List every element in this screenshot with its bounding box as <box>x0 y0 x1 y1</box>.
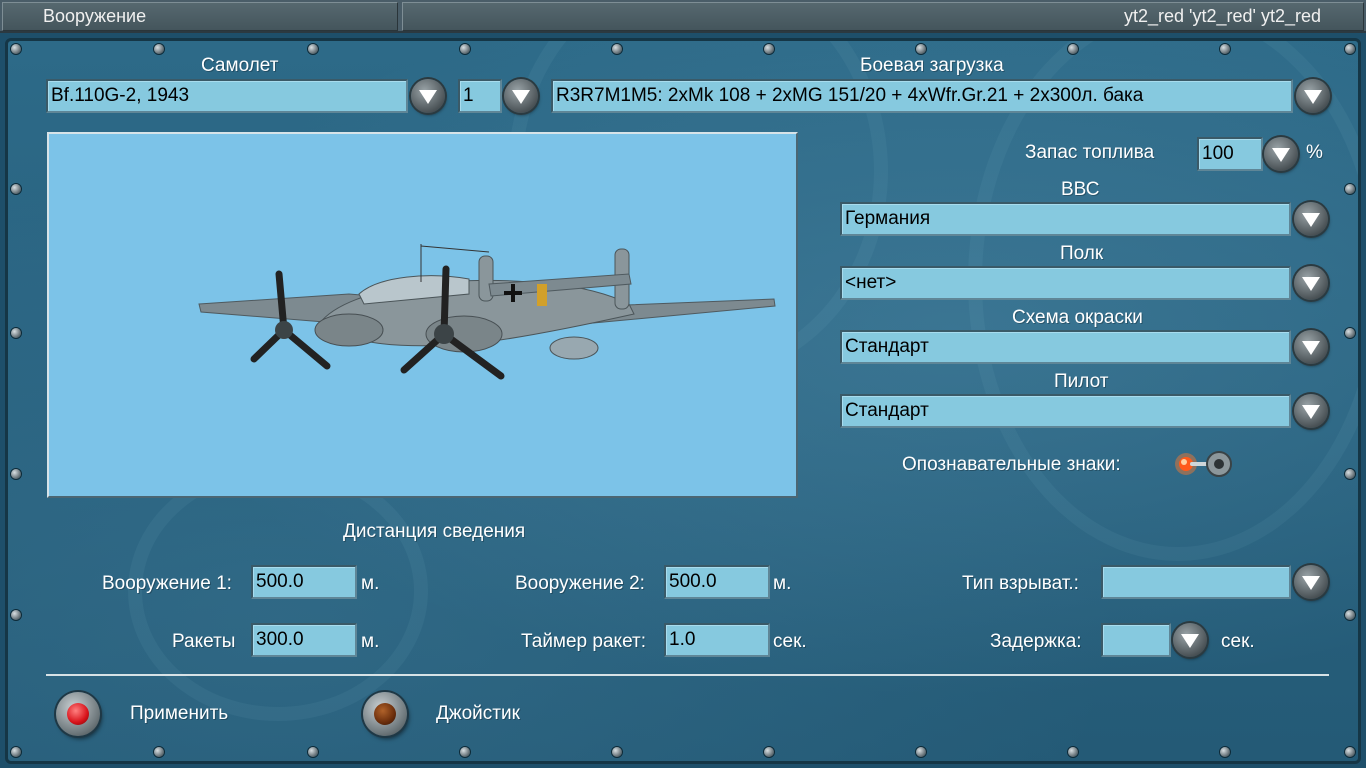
weapon1-label: Вооружение 1: <box>102 573 232 594</box>
rocket-timer-unit: сек. <box>773 631 807 652</box>
rivet <box>11 747 21 757</box>
rivet <box>1345 184 1355 194</box>
fuel-unit: % <box>1306 142 1323 163</box>
rivet <box>916 747 926 757</box>
rockets-unit: м. <box>361 631 380 652</box>
paint-scheme-label: Схема окраски <box>1012 307 1143 328</box>
rivet <box>764 747 774 757</box>
rivet <box>11 469 21 479</box>
weapon2-label: Вооружение 2: <box>515 573 645 594</box>
apply-button[interactable] <box>56 692 100 736</box>
rivet <box>612 44 622 54</box>
rivet <box>1345 469 1355 479</box>
joystick-button[interactable] <box>363 692 407 736</box>
weapon1-unit: м. <box>361 573 380 594</box>
rivet <box>11 328 21 338</box>
rocket-timer-label: Таймер ракет: <box>521 631 646 652</box>
rockets-label: Ракеты <box>172 631 236 652</box>
aircraft-image <box>198 244 776 380</box>
rivet <box>154 44 164 54</box>
regiment-label: Полк <box>1060 243 1104 264</box>
loadout-label: Боевая загрузка <box>860 55 1004 76</box>
rivet <box>308 44 318 54</box>
apply-label: Применить <box>130 703 229 724</box>
fuze-type-dropdown-button[interactable] <box>1294 565 1328 599</box>
rivet <box>154 747 164 757</box>
rivet <box>460 747 470 757</box>
divider <box>46 674 1329 676</box>
aircraft-dropdown-button[interactable] <box>411 79 445 113</box>
fuze-type-field[interactable] <box>1101 565 1291 599</box>
aircraft-field[interactable]: Bf.110G-2, 1943 <box>46 79 408 113</box>
aircraft-label: Самолет <box>201 55 279 76</box>
pilot-label: Пилот <box>1054 371 1109 392</box>
air-force-label: ВВС <box>1061 179 1100 200</box>
main-panel: Самолет Bf.110G-2, 1943 1 Боевая загрузк… <box>5 38 1361 764</box>
fuel-label: Запас топлива <box>1025 142 1155 163</box>
rivet <box>612 747 622 757</box>
delay-unit: сек. <box>1221 631 1255 652</box>
air-force-dropdown-button[interactable] <box>1294 202 1328 236</box>
paint-scheme-field[interactable]: Стандарт <box>840 330 1291 364</box>
fuel-field[interactable]: 100 <box>1197 137 1263 171</box>
joystick-lamp-icon <box>374 703 396 725</box>
rivet <box>308 747 318 757</box>
rivet <box>916 44 926 54</box>
joystick-label: Джойстик <box>436 703 520 724</box>
regiment-dropdown-button[interactable] <box>1294 266 1328 300</box>
weapon1-field[interactable]: 500.0 <box>251 565 357 599</box>
rivet <box>1220 747 1230 757</box>
rockets-field[interactable]: 300.0 <box>251 623 357 657</box>
loadout-field[interactable]: R3R7M1M5: 2xMk 108 + 2xMG 151/20 + 4xWfr… <box>551 79 1293 113</box>
rivet <box>460 44 470 54</box>
pilot-dropdown-button[interactable] <box>1294 394 1328 428</box>
air-force-field[interactable]: Германия <box>840 202 1291 236</box>
fuze-type-label: Тип взрыват.: <box>962 573 1079 594</box>
fuel-dropdown-button[interactable] <box>1264 137 1298 171</box>
convergence-title: Дистанция сведения <box>343 521 526 542</box>
rivet <box>11 610 21 620</box>
rivet <box>11 44 21 54</box>
rivet <box>764 44 774 54</box>
weapon2-unit: м. <box>773 573 792 594</box>
weapon2-field[interactable]: 500.0 <box>664 565 770 599</box>
rivet <box>1345 610 1355 620</box>
player-name: yt2_red 'yt2_red' yt2_red <box>402 2 1364 31</box>
delay-field[interactable] <box>1101 623 1171 657</box>
pilot-field[interactable]: Стандарт <box>840 394 1291 428</box>
apply-lamp-icon <box>67 703 89 725</box>
rivet <box>1345 44 1355 54</box>
rivet <box>1345 328 1355 338</box>
rocket-timer-field[interactable]: 1.0 <box>664 623 770 657</box>
rivet <box>1220 44 1230 54</box>
delay-dropdown-button[interactable] <box>1173 623 1207 657</box>
regiment-field[interactable]: <нет> <box>840 266 1291 300</box>
delay-label: Задержка: <box>990 631 1082 652</box>
loadout-dropdown-button[interactable] <box>1296 79 1330 113</box>
title-bar: Вооружение yt2_red 'yt2_red' yt2_red <box>0 0 1366 33</box>
aircraft-count-field[interactable]: 1 <box>458 79 502 113</box>
rivet <box>1345 747 1355 757</box>
markings-toggle[interactable] <box>1174 449 1236 479</box>
paint-scheme-dropdown-button[interactable] <box>1294 330 1328 364</box>
window-title: Вооружение <box>2 2 398 31</box>
markings-label: Опознавательные знаки: <box>902 454 1121 475</box>
rivet <box>1068 44 1078 54</box>
rivet <box>1068 747 1078 757</box>
rivet <box>11 184 21 194</box>
aircraft-count-dropdown-button[interactable] <box>504 79 538 113</box>
aircraft-preview <box>47 132 798 498</box>
